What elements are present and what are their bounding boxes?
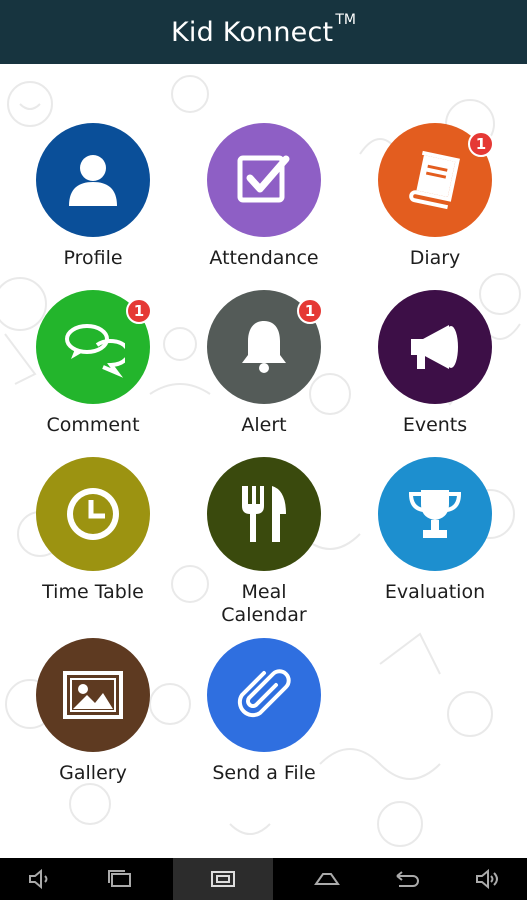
- volume-down-button[interactable]: [13, 858, 67, 900]
- meal-calendar-button[interactable]: [207, 457, 321, 571]
- profile-button[interactable]: [36, 123, 150, 237]
- evaluation-button[interactable]: [378, 457, 492, 571]
- tile-gallery[interactable]: Gallery: [8, 638, 178, 785]
- checkbox-icon: [237, 155, 290, 203]
- alert-button[interactable]: 1: [207, 290, 323, 404]
- app-header: Kid Konnect TM: [0, 0, 527, 64]
- screenshot-button[interactable]: [173, 858, 274, 900]
- home-icon: [313, 873, 340, 885]
- recent-apps-button[interactable]: [93, 858, 147, 900]
- fork-knife-icon: [242, 486, 286, 542]
- back-button[interactable]: [380, 858, 434, 900]
- evaluation-label: Evaluation: [384, 581, 486, 603]
- alert-notification-badge: 1: [297, 298, 323, 324]
- megaphone-icon: [411, 325, 458, 369]
- tile-send-file[interactable]: Send a File: [179, 638, 349, 785]
- app-title: Kid Konnect: [171, 16, 334, 48]
- clock-icon: [67, 488, 119, 540]
- gallery-label: Gallery: [59, 762, 127, 784]
- system-navigation-bar: [0, 858, 527, 900]
- volume-up-button[interactable]: [460, 858, 514, 900]
- tile-profile[interactable]: Profile: [8, 123, 178, 270]
- tile-meal-calendar[interactable]: Meal Calendar: [179, 457, 349, 627]
- comment-label: Comment: [46, 414, 140, 436]
- back-icon: [396, 871, 419, 887]
- user-icon: [69, 155, 117, 206]
- diary-label: Diary: [409, 247, 461, 269]
- tile-alert[interactable]: 1 Alert: [179, 290, 349, 437]
- volume-up-icon: [475, 868, 498, 890]
- book-icon: [409, 150, 460, 210]
- gallery-button[interactable]: [36, 638, 150, 752]
- alert-label: Alert: [241, 414, 287, 436]
- attendance-button[interactable]: [207, 123, 321, 237]
- bell-icon: [242, 321, 286, 373]
- events-button[interactable]: [378, 290, 492, 404]
- diary-button[interactable]: 1: [378, 123, 494, 237]
- tile-comment[interactable]: 1 Comment: [8, 290, 178, 437]
- time-table-label: Time Table: [42, 581, 144, 603]
- trademark-symbol: TM: [335, 12, 356, 28]
- profile-label: Profile: [63, 247, 123, 269]
- attendance-label: Attendance: [209, 247, 319, 269]
- events-label: Events: [402, 414, 468, 436]
- meal-calendar-label: Meal Calendar: [221, 581, 307, 626]
- time-table-button[interactable]: [36, 457, 150, 571]
- paperclip-icon: [237, 669, 291, 718]
- tile-evaluation[interactable]: Evaluation: [350, 457, 520, 604]
- comment-button[interactable]: 1: [36, 290, 152, 404]
- send-file-label: Send a File: [212, 762, 316, 784]
- tile-time-table[interactable]: Time Table: [8, 457, 178, 604]
- screenshot-icon: [211, 871, 236, 887]
- recent-apps-icon: [108, 870, 132, 887]
- diary-notification-badge: 1: [468, 131, 494, 157]
- comment-notification-badge: 1: [126, 298, 152, 324]
- trophy-icon: [408, 490, 462, 538]
- tile-events[interactable]: Events: [350, 290, 520, 437]
- tile-attendance[interactable]: Attendance: [179, 123, 349, 270]
- volume-down-icon: [29, 868, 48, 890]
- send-file-button[interactable]: [207, 638, 321, 752]
- picture-icon: [63, 671, 123, 719]
- chat-bubbles-icon: [65, 324, 125, 378]
- home-button[interactable]: [300, 858, 354, 900]
- tile-diary[interactable]: 1 Diary: [350, 123, 520, 270]
